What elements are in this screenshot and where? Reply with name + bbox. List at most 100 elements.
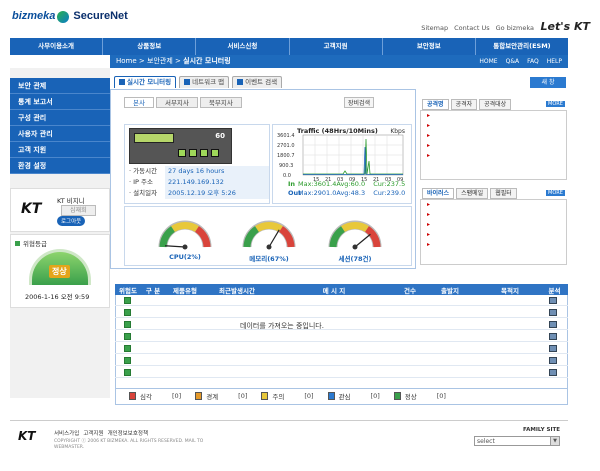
logo-swoosh-icon [57, 11, 70, 24]
table-row [115, 368, 568, 378]
tab-west-branch[interactable]: 서부지사 [155, 97, 198, 108]
list-item[interactable]: ▸ [421, 220, 566, 230]
lnb-item[interactable]: 고객 지원 [10, 142, 110, 158]
legend-count: [0] [304, 391, 314, 400]
loading-message: 데이터를 가져오는 중입니다. [240, 322, 324, 330]
util-faq[interactable]: FAQ [527, 55, 539, 68]
tab-webfilter[interactable]: 웹필터 [490, 188, 517, 199]
traffic-stats: In Max:3601.4 Avg:60.0 Cur:237.5 Out Max:290… [288, 180, 410, 198]
analyze-icon[interactable] [549, 297, 557, 304]
traffic-chart: 3601.4 2701.0 1800.7 900.3 0.0 15 21 03 … [277, 133, 403, 183]
tab-head-office[interactable]: 본사 [124, 97, 154, 108]
lnb-item[interactable]: 환경 설정 [10, 158, 110, 174]
gnb-item[interactable]: 보안정보 [383, 38, 476, 55]
analyze-icon[interactable] [549, 333, 557, 340]
gauges-panel: CPU(2%) 메모리(67%) 세션(78건) [124, 206, 412, 266]
gauge-needle [165, 245, 186, 248]
lnb-item[interactable]: 보안 관제 [10, 78, 110, 94]
info-key: · IP 주소 [129, 178, 153, 186]
list-item[interactable]: ▸ [421, 230, 566, 240]
analyze-icon[interactable] [549, 309, 557, 316]
tab-realtime-monitoring[interactable]: 실시간 모니터링 [114, 76, 177, 88]
util-home[interactable]: HOME [479, 55, 497, 68]
analyze-icon[interactable] [549, 357, 557, 364]
contact-link[interactable]: Contact Us [454, 24, 490, 32]
gnb-item[interactable]: 사무이용소개 [10, 38, 104, 55]
monitor-icon [119, 79, 125, 85]
lnb-item[interactable]: 구성 관리 [10, 110, 110, 126]
list-item[interactable]: ▸ [421, 151, 566, 161]
legend-alert: 경계 [0] [195, 391, 247, 401]
tab-event-search[interactable]: 이벤트 검색 [232, 76, 283, 88]
tab-north-branch[interactable]: 북부지사 [199, 97, 242, 108]
gnb-item[interactable]: 상품정보 [103, 38, 197, 55]
family-site-select[interactable]: select ▼ [474, 436, 560, 446]
info-key: · 가동시간 [129, 167, 158, 175]
branch-tabs: 본사 서부지사 북부지사 [124, 97, 242, 108]
analyze-icon[interactable] [549, 345, 557, 352]
list-item[interactable]: ▸ [421, 200, 566, 210]
col-header[interactable]: 건수 [399, 285, 421, 295]
breadcrumb-section[interactable]: 보안관제 [147, 57, 173, 65]
more-button[interactable]: MORE [546, 101, 565, 107]
db-icon [124, 321, 131, 328]
list-item[interactable]: ▸ [421, 141, 566, 151]
logo-bizmeka: bizmeka [12, 10, 56, 22]
legend-normal: 정상 [0] [393, 391, 446, 401]
interest-icon [327, 391, 335, 400]
legend-interest: 관심 [0] [327, 391, 380, 401]
gauge-needle [268, 229, 280, 248]
col-header[interactable]: 구 분 [141, 285, 165, 295]
logout-button[interactable]: 로그아웃 [57, 216, 86, 226]
list-item[interactable]: ▸ [421, 131, 566, 141]
session-gauge: 세션(78건) [325, 207, 385, 265]
analyze-icon[interactable] [549, 321, 557, 328]
lnb-item[interactable]: 사용자 관리 [10, 126, 110, 142]
gnb-item[interactable]: 통합보안관리(ESM) [476, 38, 568, 55]
col-header[interactable]: 위험도 [115, 285, 141, 295]
table-row [115, 308, 568, 318]
tab-target[interactable]: 공격대상 [479, 99, 512, 110]
util-help[interactable]: HELP [547, 55, 562, 68]
sitemap-link[interactable]: Sitemap [421, 24, 448, 32]
gnb-item[interactable]: 서비스신청 [196, 38, 290, 55]
col-header[interactable]: 출발지 [421, 285, 479, 295]
gauge-label: 세션(78건) [338, 255, 372, 263]
list-item[interactable]: ▸ [421, 210, 566, 220]
device-info: · 가동시간 27 days 16 hours · IP 주소 221.149.16… [129, 166, 269, 199]
legend-count: [0] [370, 391, 380, 400]
col-header[interactable]: 메 시 지 [269, 285, 399, 295]
col-header[interactable]: 목적지 [479, 285, 541, 295]
tab-attacker[interactable]: 공격자 [450, 99, 478, 110]
in-avg: Avg:60.0 [336, 180, 366, 188]
footer-link[interactable]: 개인정보보호정책 [108, 429, 148, 437]
legend-count: [0] [238, 391, 248, 400]
breadcrumb-home[interactable]: Home [116, 57, 137, 65]
cpu-gauge: CPU(2%) [155, 207, 215, 265]
col-header[interactable]: 분석 [541, 285, 568, 295]
new-window-button[interactable]: 새 창 [530, 77, 566, 88]
tab-network-map[interactable]: 네트워크 맵 [179, 76, 230, 88]
col-header[interactable]: 최근발생시간 [205, 285, 269, 295]
footer-link[interactable]: 고객지원 [83, 429, 103, 437]
tab-attack-name[interactable]: 공격명 [422, 99, 449, 110]
analyze-icon[interactable] [549, 369, 557, 376]
list-item[interactable]: ▸ [421, 111, 566, 121]
util-qa[interactable]: Q&A [506, 55, 520, 68]
list-item[interactable]: ▸ [421, 240, 566, 250]
tab-label: 네트워크 맵 [192, 78, 225, 86]
equipment-search-button[interactable]: 장비검색 [344, 97, 375, 108]
footer: KT 서비스가입 고객지원 개인정보보호정책 COPYRIGHT ⓒ 2006 … [10, 420, 568, 471]
list-item[interactable]: ▸ [421, 121, 566, 131]
legend-label: 경계 [206, 392, 219, 401]
lnb-item[interactable]: 통계 보고서 [10, 94, 110, 110]
gnb-item[interactable]: 고객지원 [290, 38, 383, 55]
footer-link[interactable]: 서비스가입 [54, 429, 79, 437]
go-bizmeka-link[interactable]: Go bizmeka [496, 24, 534, 32]
logo[interactable]: bizmeka SecureNet [12, 10, 128, 24]
tab-virus[interactable]: 바이러스 [422, 188, 455, 199]
col-header[interactable]: 제품유형 [165, 285, 205, 295]
tab-spam[interactable]: 스팸메일 [456, 188, 489, 199]
more-button[interactable]: MORE [546, 190, 565, 196]
util-links: HOME Q&A FAQ HELP [479, 55, 562, 68]
